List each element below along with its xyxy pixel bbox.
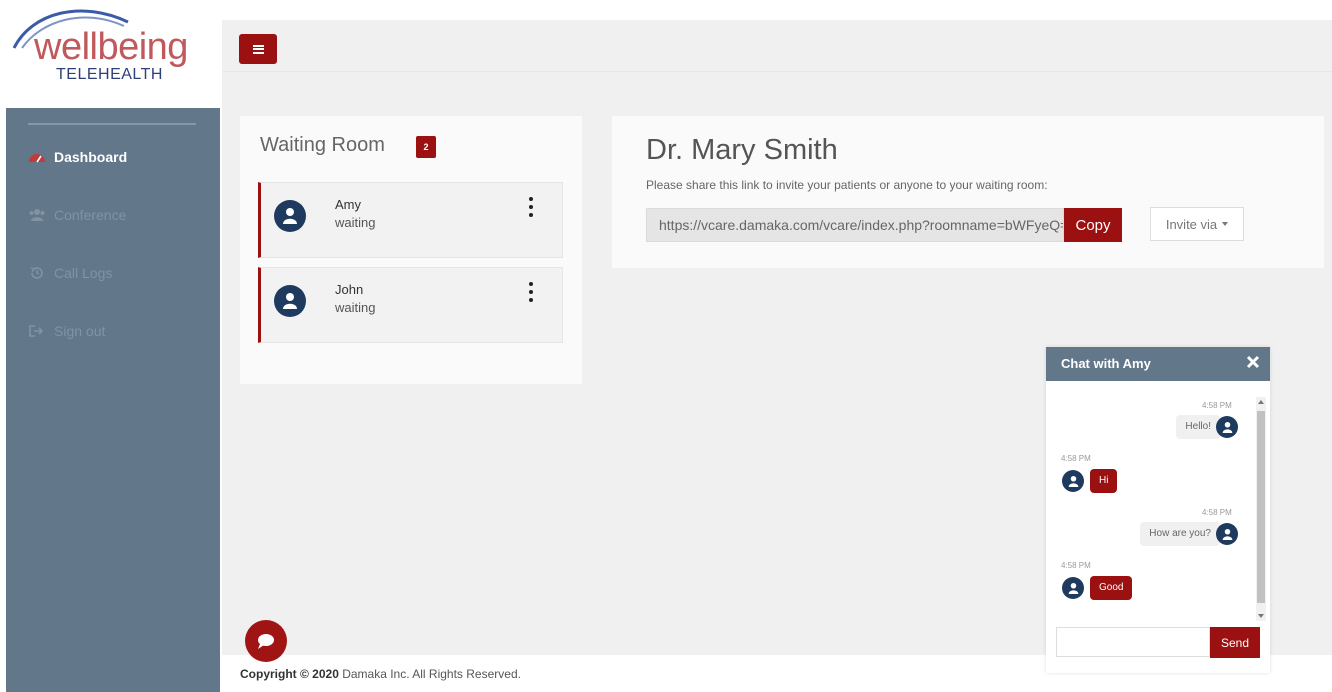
history-icon <box>30 267 43 279</box>
user-avatar-icon <box>1062 470 1084 492</box>
chat-header: Chat with Amy <box>1046 347 1270 381</box>
sidebar-item-label: Call Logs <box>54 265 113 281</box>
sidebar-item-label: Conference <box>54 207 127 223</box>
chat-scrollbar[interactable] <box>1256 397 1266 621</box>
chat-launcher-button[interactable] <box>245 620 287 662</box>
more-options-icon[interactable] <box>526 197 536 217</box>
more-options-icon[interactable] <box>526 282 536 302</box>
message-bubble: How are you? <box>1140 522 1220 546</box>
patient-name: John <box>335 282 364 297</box>
message-bubble: Good <box>1090 576 1133 600</box>
brand-logo[interactable]: wellbeing TELEHEALTH <box>6 0 220 108</box>
waiting-room-title: Waiting Room <box>260 134 385 156</box>
sidebar-item-conference[interactable]: Conference <box>28 204 126 226</box>
scroll-up-arrow-icon[interactable] <box>1258 400 1264 404</box>
waiting-count-badge: 2 <box>416 136 436 158</box>
patient-status: waiting <box>335 300 376 315</box>
sidebar-item-label: Dashboard <box>54 149 128 165</box>
sidebar-item-dashboard[interactable]: Dashboard <box>28 146 127 168</box>
sidebar: Dashboard Conference Call Logs Sign out <box>6 108 220 692</box>
sidebar-item-sign-out[interactable]: Sign out <box>28 320 105 342</box>
close-icon[interactable] <box>1246 355 1260 369</box>
doctor-name: Dr. Mary Smith <box>646 134 838 166</box>
message-time: 4:58 PM <box>1061 454 1091 463</box>
copy-link-button[interactable]: Copy <box>1064 208 1122 242</box>
invite-via-label: Invite via <box>1165 216 1218 232</box>
top-bar <box>222 20 1332 72</box>
user-avatar-icon <box>1216 523 1238 545</box>
scroll-down-arrow-icon[interactable] <box>1258 614 1264 618</box>
doctor-info-panel: Dr. Mary Smith Please share this link to… <box>612 116 1324 268</box>
patient-name: Amy <box>335 197 361 212</box>
chat-title: Chat with Amy <box>1061 356 1151 371</box>
patient-card-john[interactable]: John waiting <box>258 267 563 343</box>
message-bubble: Hi <box>1090 469 1118 493</box>
message-time: 4:58 PM <box>1202 508 1232 517</box>
sidebar-item-label: Sign out <box>54 323 106 339</box>
message-time: 4:58 PM <box>1202 401 1232 410</box>
hamburger-icon <box>252 44 264 54</box>
waiting-room-panel: Waiting Room 2 Amy waiting John waiting <box>240 116 582 384</box>
scrollbar-thumb[interactable] <box>1257 411 1265 603</box>
patient-card-amy[interactable]: Amy waiting <box>258 182 563 258</box>
sign-out-icon <box>29 325 44 337</box>
user-avatar-icon <box>274 200 306 232</box>
footer-copyright: Copyright © 2020 Damaka Inc. All Rights … <box>240 667 521 681</box>
send-button[interactable]: Send <box>1210 627 1260 658</box>
share-link-hint: Please share this link to invite your pa… <box>646 178 1048 192</box>
copyright-text: Damaka Inc. All Rights Reserved. <box>338 667 521 681</box>
chat-message-input[interactable] <box>1056 627 1210 657</box>
logo-tagline: TELEHEALTH <box>56 66 163 83</box>
invite-via-dropdown[interactable]: Invite via <box>1150 207 1244 241</box>
dashboard-icon <box>29 154 45 163</box>
chat-bubble-icon <box>258 634 274 649</box>
menu-toggle-button[interactable] <box>239 34 277 64</box>
room-link-field[interactable]: https://vcare.damaka.com/vcare/index.php… <box>646 208 1064 242</box>
sidebar-divider <box>28 123 196 125</box>
message-time: 4:58 PM <box>1061 561 1091 570</box>
sidebar-item-call-logs[interactable]: Call Logs <box>28 262 112 284</box>
chat-window: Chat with Amy 4:58 PM Hello! 4:58 PM Hi … <box>1046 347 1270 673</box>
user-avatar-icon <box>1062 577 1084 599</box>
message-bubble: Hello! <box>1176 415 1220 439</box>
user-avatar-icon <box>274 285 306 317</box>
user-avatar-icon <box>1216 416 1238 438</box>
patient-status: waiting <box>335 215 376 230</box>
logo-wordmark: wellbeing <box>34 26 188 68</box>
copyright-year: Copyright © 2020 <box>240 667 339 681</box>
chat-messages: 4:58 PM Hello! 4:58 PM Hi 4:58 PM How ar… <box>1046 385 1270 621</box>
users-icon <box>29 209 45 221</box>
caret-down-icon <box>1222 222 1229 226</box>
